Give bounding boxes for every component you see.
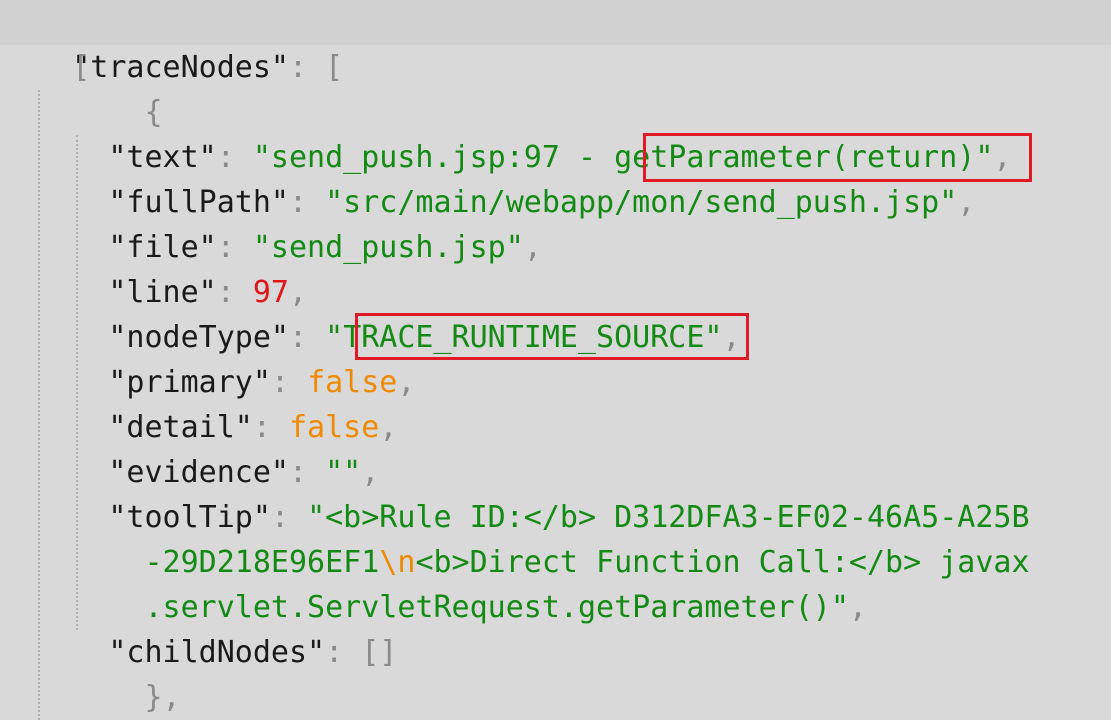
json-line-toolTip-wrap1: -29D218E96EF1\n<b>Direct Function Call:<… — [0, 540, 1030, 585]
highlight-box-nodeType — [355, 313, 749, 360]
json-key-fullPath: "fullPath" — [108, 185, 289, 220]
json-escape-newline: \n — [379, 545, 416, 580]
json-colon: : — [216, 275, 253, 310]
json-comma: , — [289, 275, 308, 310]
json-colon: : — [289, 185, 326, 220]
json-line-childNodes: "childNodes": [] — [0, 630, 397, 675]
json-comma: , — [379, 410, 398, 445]
json-colon: : — [270, 500, 308, 535]
json-line-toolTip: "toolTip": "<b>Rule ID:</b> D312DFA3-EF0… — [0, 495, 1030, 540]
json-key-traceNodes: "traceNodes" — [72, 50, 289, 85]
json-open-bracket: [ — [325, 50, 344, 85]
json-line-root: "traceNodes": [ — [0, 0, 1111, 85]
json-value-evidence: "" — [325, 455, 362, 490]
json-value-line: 97 — [252, 275, 289, 310]
json-line-fullPath: "fullPath": "src/main/webapp/mon/send_pu… — [0, 180, 975, 225]
json-colon: : — [289, 320, 326, 355]
json-colon: : — [289, 455, 326, 490]
json-value-childNodes: [] — [361, 635, 398, 670]
json-line-object-close: }, — [0, 675, 181, 720]
json-key-childNodes: "childNodes" — [108, 635, 326, 670]
json-key-text: "text" — [108, 140, 217, 175]
json-comma: , — [848, 590, 867, 625]
json-colon: : — [325, 635, 362, 670]
json-line-line: "line": 97, — [0, 270, 307, 315]
json-value-toolTip-part4: .servlet.ServletRequest.getParameter()" — [144, 590, 849, 625]
json-key-evidence: "evidence" — [108, 455, 289, 490]
json-colon: : — [216, 230, 253, 265]
json-line-detail: "detail": false, — [0, 405, 397, 450]
json-value-toolTip-part3: <b>Direct Function Call:</b> javax — [415, 545, 1030, 580]
json-line-evidence: "evidence": "", — [0, 450, 379, 495]
json-key-file: "file" — [108, 230, 217, 265]
json-line-toolTip-wrap2: .servlet.ServletRequest.getParameter()", — [0, 585, 867, 630]
json-key-nodeType: "nodeType" — [108, 320, 289, 355]
json-comma: , — [957, 185, 976, 220]
json-line-file: "file": "send_push.jsp", — [0, 225, 542, 270]
json-value-primary: false — [307, 365, 398, 400]
json-colon: : — [252, 410, 289, 445]
json-line-array: [ — [0, 45, 90, 90]
json-key-line: "line" — [108, 275, 217, 310]
json-comma: , — [523, 230, 542, 265]
json-line-object-open: { — [0, 90, 163, 135]
json-value-text-prefix: "send_push.jsp:97 - — [252, 140, 615, 175]
json-line-primary: "primary": false, — [0, 360, 415, 405]
json-comma: , — [361, 455, 380, 490]
json-value-file: "send_push.jsp" — [252, 230, 524, 265]
json-colon: : — [289, 50, 326, 85]
json-viewer: "traceNodes": [ [ { "text": "send_push.j… — [0, 0, 1111, 720]
highlight-box-getParameter — [643, 133, 1032, 182]
json-colon: : — [270, 365, 308, 400]
json-value-nodeType-quote-open: " — [325, 320, 344, 355]
json-value-detail: false — [289, 410, 380, 445]
json-open-bracket: [ — [72, 50, 91, 85]
json-close-brace: }, — [144, 680, 181, 715]
json-key-primary: "primary" — [108, 365, 271, 400]
json-key-toolTip: "toolTip" — [108, 500, 271, 535]
json-open-brace: { — [144, 95, 163, 130]
json-value-toolTip-part1: "<b>Rule ID:</b> D312DFA3-EF02-46A5-A25B — [307, 500, 1030, 535]
json-colon: : — [216, 140, 253, 175]
json-key-detail: "detail" — [108, 410, 253, 445]
json-comma: , — [397, 365, 416, 400]
json-value-toolTip-part2: -29D218E96EF1 — [144, 545, 380, 580]
json-value-fullPath: "src/main/webapp/mon/send_push.jsp" — [325, 185, 958, 220]
